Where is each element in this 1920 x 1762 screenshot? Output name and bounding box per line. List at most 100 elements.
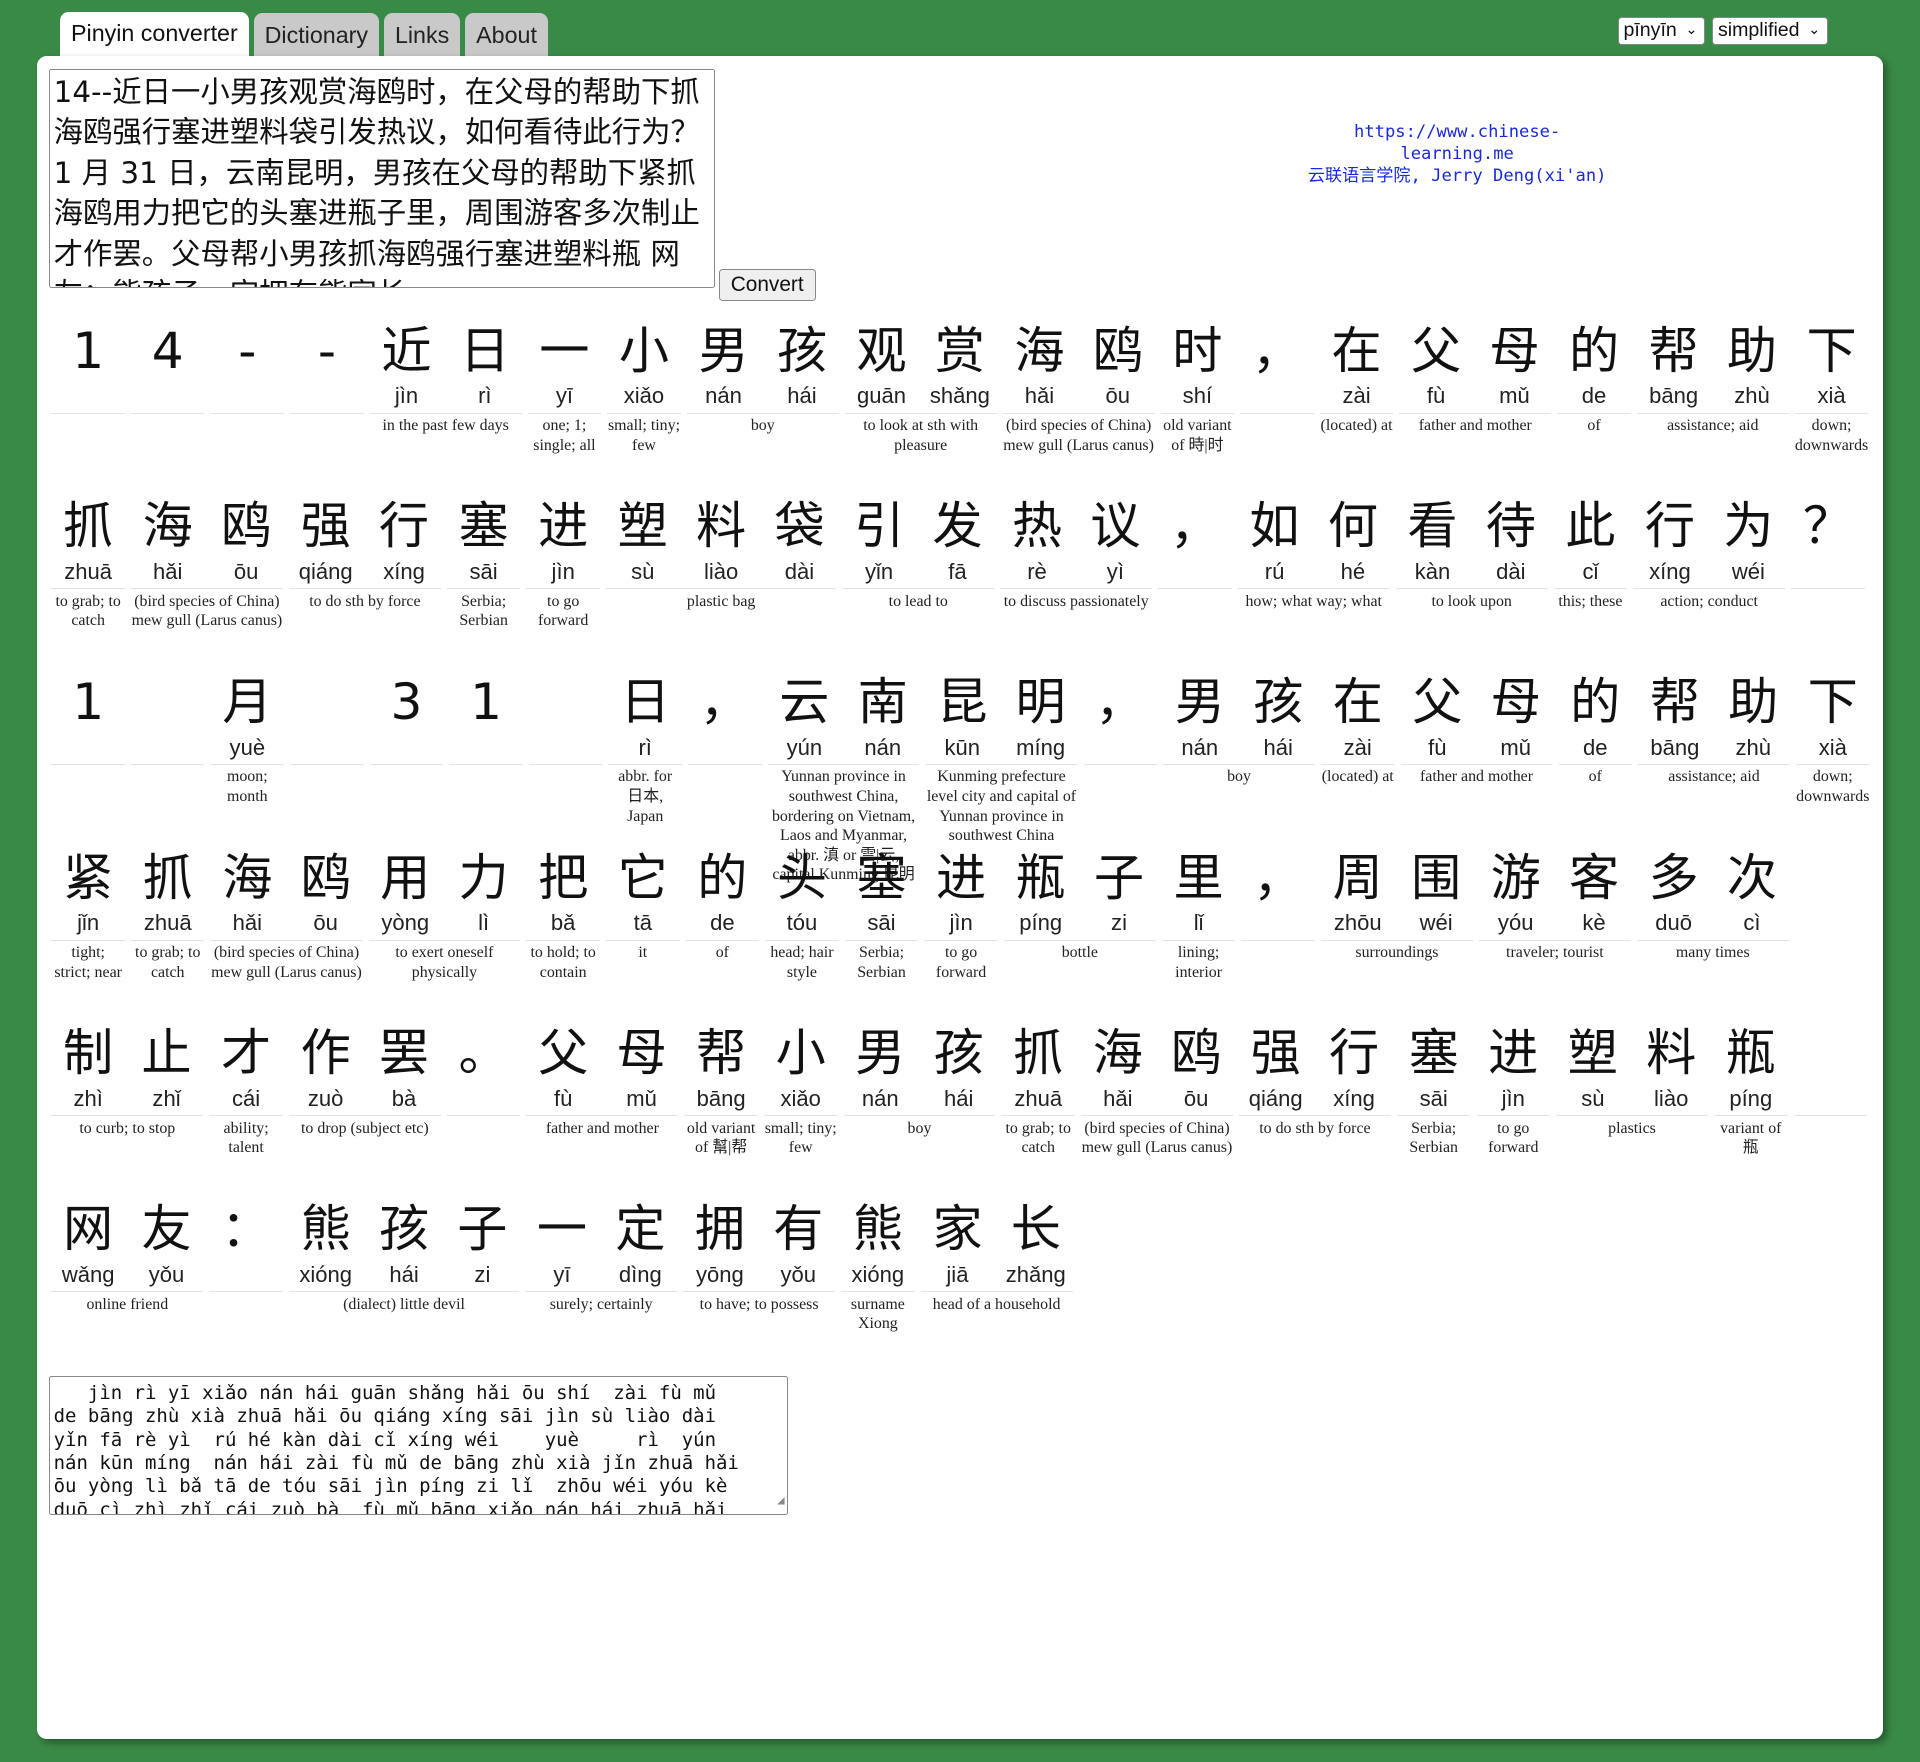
word-unit[interactable]: 强 qiáng 行 xíng to do sth by force [1239, 1022, 1391, 1138]
tab-dictionary[interactable]: Dictionary [253, 13, 380, 58]
romanization-select[interactable]: pīnyīn ⌄ [1617, 17, 1705, 45]
word-unit[interactable]: 男 nán 孩 hái boy [1163, 671, 1315, 787]
word-unit[interactable]: 日 rì abbr. for 日本, Japan [608, 671, 682, 826]
word-unit[interactable]: ， [1240, 320, 1314, 416]
word-unit[interactable]: 抓 zhuā to grab; to catch [51, 495, 125, 631]
word-unit[interactable]: 进 jìn to go forward [526, 495, 600, 631]
tab-about[interactable]: About [465, 13, 548, 58]
word-unit[interactable]: 制 zhì 止 zhǐ to curb; to stop [51, 1022, 204, 1138]
word-unit[interactable]: 强 qiáng 行 xíng to do sth by force [288, 495, 441, 611]
word-unit[interactable]: 用 yòng 力 lì to exert oneself physically [368, 847, 521, 983]
word-unit[interactable]: 帮 bāng 助 zhù assistance; aid [1636, 320, 1789, 436]
word-unit[interactable]: 海 hǎi 鸥 ōu (bird species of China) mew gull … [131, 495, 283, 631]
word-unit[interactable]: 它 tā it [606, 847, 680, 963]
word-unit[interactable]: 男 nán 孩 hái boy [843, 1022, 996, 1138]
word-unit[interactable]: 观 guān 赏 shǎng to look at sth with pleasure [844, 320, 997, 456]
word-unit[interactable]: 海 hǎi 鸥 ōu (bird species of China) mew gull … [210, 847, 363, 983]
tab-pinyin-converter[interactable]: Pinyin converter [60, 12, 249, 62]
word-unit[interactable]: 瓶 píng 子 zi bottle [1003, 847, 1156, 963]
word-unit[interactable]: 父 fù 母 mǔ father and mother [526, 1022, 679, 1138]
word-unit[interactable]: 父 fù 母 mǔ father and mother [1400, 671, 1553, 787]
word-unit[interactable]: ， [688, 671, 762, 767]
word-unit[interactable]: 的 de of [1558, 671, 1632, 787]
word-unit[interactable]: 下 xià down; downwards [1794, 320, 1869, 456]
word-unit[interactable]: 帮 bāng 助 zhù assistance; aid [1638, 671, 1790, 787]
word-unit[interactable]: 作 zuò 罢 bà to drop (subject etc) [288, 1022, 441, 1138]
word-unit[interactable]: 游 yóu 客 kè traveler; tourist [1478, 847, 1631, 963]
word-unit[interactable]: 里 lǐ lining; interior [1161, 847, 1236, 983]
word-unit[interactable]: 在 zài (located) at [1319, 320, 1394, 436]
word-unit[interactable] [290, 671, 364, 767]
word-unit[interactable]: 男 nán 孩 hái boy [686, 320, 839, 436]
word-unit[interactable]: ： [209, 1198, 283, 1294]
word-unit[interactable]: 把 bǎ to hold; to contain [526, 847, 600, 983]
word-unit[interactable]: 塞 sāi Serbia; Serbian [844, 847, 919, 983]
word-unit[interactable]: 熊 xióng 孩 hái 子 zi (dialect) little devil [288, 1198, 520, 1314]
credit-url[interactable]: https://www.chinese-learning.me [1298, 121, 1616, 165]
word-unit[interactable]: 1 [51, 671, 125, 767]
word-unit[interactable]: 下 xià down; downwards [1796, 671, 1870, 807]
word-unit[interactable]: 1 [51, 320, 125, 416]
word-unit[interactable]: - [290, 320, 364, 416]
word-unit[interactable]: 小 xiǎo small; tiny; few [607, 320, 681, 456]
word-unit[interactable]: 3 [369, 671, 444, 767]
word-unit[interactable]: 塞 sāi Serbia; Serbian [1396, 1022, 1471, 1158]
word-unit[interactable]: 一 yī one; 1; single; all [527, 320, 602, 456]
resize-handle-icon[interactable]: ◢ [777, 1489, 784, 1512]
word-unit[interactable]: 父 fù 母 mǔ father and mother [1399, 320, 1552, 436]
word-unit[interactable]: 瓶 píng variant of 瓶 [1714, 1022, 1788, 1158]
word-unit[interactable]: 引 yǐn 发 fā to lead to [842, 495, 995, 611]
word-unit[interactable]: 海 hǎi 鸥 ōu (bird species of China) mew gull … [1081, 1022, 1233, 1158]
word-unit[interactable]: 的 de of [685, 847, 760, 963]
chinese-text-input[interactable]: 14--近日一小男孩观赏海鸥时，在父母的帮助下抓海鸥强行塞进塑料袋引发热议，如何… [48, 68, 715, 289]
word-unit[interactable]: 家 jiā 长 zhǎng head of a household [920, 1198, 1073, 1314]
word-unit[interactable]: 塑 sù 料 liào 袋 dài plastic bag [606, 495, 837, 611]
word-unit[interactable]: ， [1158, 495, 1232, 591]
word-unit[interactable]: ， [1083, 671, 1157, 767]
word-unit[interactable]: 紧 jǐn tight; strict; near [51, 847, 125, 983]
word-unit[interactable]: 热 rè 议 yì to discuss passionately [1000, 495, 1153, 611]
pinyin-output-textarea[interactable]: jìn rì yī xiǎo nán hái guān shǎng hǎi ōu… [48, 1376, 789, 1516]
word-unit[interactable]: 此 cǐ this; these [1553, 495, 1628, 611]
character-cell: 周 zhōu [1321, 847, 1394, 940]
word-unit[interactable]: 昆 kūn 明 míng Kunming prefecture level city a… [925, 671, 1078, 846]
word-unit[interactable]: 周 zhōu 围 wéi surroundings [1321, 847, 1473, 963]
word-unit[interactable]: 网 wǎng 友 yǒu online friend [51, 1198, 204, 1314]
word-unit[interactable]: 抓 zhuā to grab; to catch [1001, 1022, 1075, 1158]
word-unit[interactable]: ？ [1791, 495, 1865, 591]
word-unit[interactable]: 进 jìn to go forward [1476, 1022, 1550, 1158]
word-unit[interactable]: 4 [131, 320, 205, 416]
word-unit[interactable]: 月 yuè moon; month [210, 671, 285, 807]
word-unit[interactable] [1793, 1022, 1868, 1118]
word-unit[interactable]: 行 xíng 为 wéi action; conduct [1633, 495, 1786, 611]
word-unit[interactable]: 1 [449, 671, 523, 767]
word-unit[interactable]: 海 hǎi 鸥 ōu (bird species of China) mew gull … [1002, 320, 1155, 456]
word-unit[interactable] [131, 671, 205, 767]
word-unit[interactable]: 帮 bāng old variant of 幫|帮 [684, 1022, 758, 1158]
word-unit[interactable]: 拥 yōng 有 yǒu to have; to possess [683, 1198, 836, 1314]
word-unit[interactable]: 头 tóu head; hair style [765, 847, 839, 983]
word-unit[interactable]: 时 shí old variant of 時|时 [1160, 320, 1235, 456]
word-unit[interactable]: 熊 xióng surname Xiong [841, 1198, 915, 1334]
word-unit[interactable]: 小 xiǎo small; tiny; few [763, 1022, 838, 1158]
word-unit[interactable]: - [210, 320, 285, 416]
word-unit[interactable]: ， [1241, 847, 1315, 943]
pinyin [290, 383, 363, 412]
word-unit[interactable]: 一 yī 定 dìng surely; certainly [525, 1198, 678, 1314]
word-unit[interactable] [528, 671, 603, 767]
script-select[interactable]: simplified ⌄ [1712, 17, 1828, 45]
word-unit[interactable]: 多 duō 次 cì many times [1636, 847, 1789, 963]
word-unit[interactable]: 如 rú 何 hé how; what way; what [1237, 495, 1390, 611]
word-unit[interactable]: 塞 sāi Serbia; Serbian [446, 495, 521, 631]
word-unit[interactable]: 。 [446, 1022, 521, 1118]
word-unit[interactable]: 看 kàn 待 dài to look upon [1395, 495, 1548, 611]
word-unit[interactable]: 近 jìn 日 rì in the past few days [369, 320, 522, 436]
word-unit[interactable]: 抓 zhuā to grab; to catch [131, 847, 205, 983]
word-unit[interactable]: 的 de of [1557, 320, 1631, 436]
word-unit[interactable]: 塑 sù 料 liào plastics [1556, 1022, 1708, 1138]
word-unit[interactable]: 在 zài (located) at [1321, 671, 1395, 787]
word-unit[interactable]: 进 jìn to go forward [924, 847, 998, 983]
word-unit[interactable]: 才 cái ability; talent [209, 1022, 283, 1158]
convert-button[interactable]: Convert [718, 269, 816, 301]
tab-links[interactable]: Links [383, 13, 461, 58]
